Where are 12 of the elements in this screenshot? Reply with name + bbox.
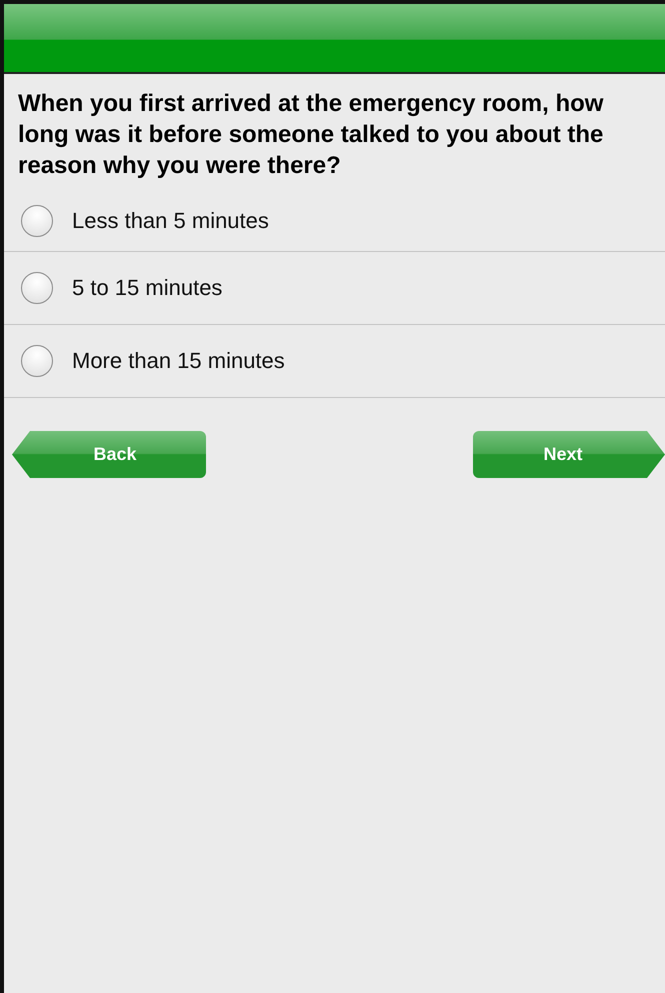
answer-option[interactable]: Less than 5 minutes	[4, 191, 665, 252]
back-button[interactable]: Back	[12, 431, 206, 478]
radio-button[interactable]	[21, 272, 53, 304]
question-text: When you first arrived at the emergency room, how long was it before someone talked to you about the reason why you were there?	[17, 89, 604, 181]
radio-button[interactable]	[21, 205, 53, 237]
radio-button[interactable]	[21, 345, 53, 377]
answer-option[interactable]: 5 to 15 minutes	[4, 252, 665, 325]
answer-option[interactable]: More than 15 minutes	[4, 325, 665, 398]
option-label: More than 15 minutes	[72, 348, 285, 374]
next-button[interactable]: Next	[473, 431, 665, 478]
option-label: 5 to 15 minutes	[72, 275, 222, 301]
option-label: Less than 5 minutes	[72, 208, 269, 234]
